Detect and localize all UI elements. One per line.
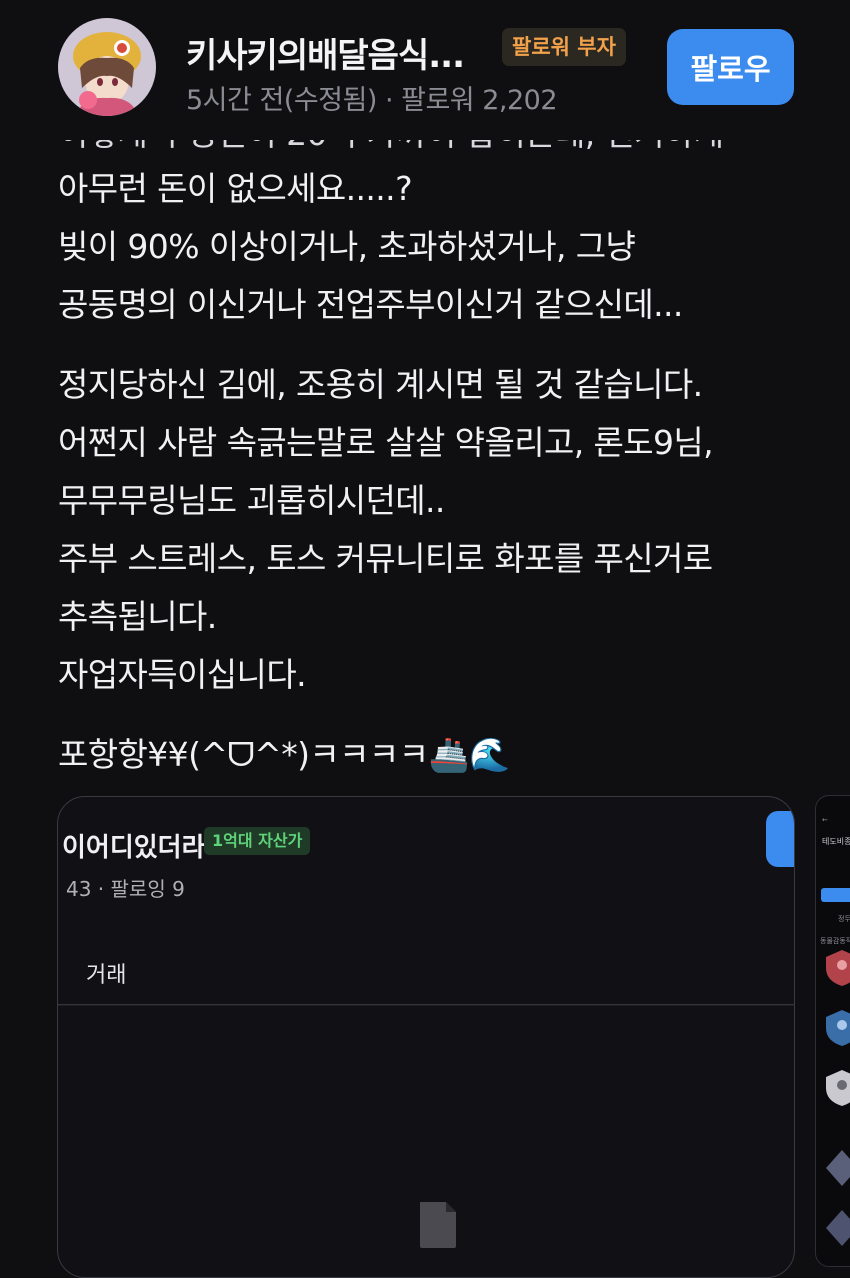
card-asset-badge: 1억대 자산가 bbox=[204, 827, 311, 855]
post-line: 포항항¥¥(^ᗜ^*)ㅋㅋㅋㅋ🚢🌊 bbox=[58, 735, 510, 774]
attached-image[interactable]: 이어디있더라 1억대 자산가 43 · 팔로잉 9 거래 bbox=[57, 796, 795, 1278]
shield-icon bbox=[826, 1010, 850, 1046]
post-line: 주부 스트레스, 토스 커뮤니티로 화포를 푸신거로 bbox=[58, 539, 713, 578]
avatar-image bbox=[58, 18, 156, 116]
shield-icon bbox=[826, 1070, 850, 1106]
shield-icon bbox=[826, 950, 850, 986]
document-icon bbox=[420, 1202, 456, 1248]
card-divider bbox=[58, 1005, 794, 1006]
post-line: 자업자득이십니다. bbox=[58, 655, 307, 694]
card-tab-trade: 거래 bbox=[86, 963, 127, 988]
post-line: 공동명의 이신거나 전업주부이신거 같으신데... bbox=[58, 285, 683, 324]
card-profile-name: 이어디있더라 bbox=[62, 833, 206, 863]
rank-badge: 팔로워 부자 bbox=[502, 28, 626, 66]
card-follow-stats: 43 · 팔로잉 9 bbox=[66, 877, 185, 901]
thumb-label: 동물감동작원 bbox=[820, 937, 850, 945]
post-line: 무무무링님도 괴롭히시던데.. bbox=[58, 481, 445, 520]
post-line: 빚이 90% 이상이거나, 초과하셨거나, 그냥 bbox=[58, 227, 636, 266]
back-arrow-icon: ← bbox=[822, 816, 828, 824]
post-line: 어쩐지 사람 속긁는말로 살살 약올리고, 론도9님, bbox=[58, 423, 714, 462]
post-body: 이렇게 수명인이 20억 가까이 잡히는데, 선거하게 아무런 돈이 없으세요.… bbox=[58, 114, 818, 781]
gem-icon bbox=[826, 1150, 850, 1186]
card-follow-button-edge bbox=[766, 811, 794, 867]
post-line: 아무런 돈이 없으세요.....? bbox=[58, 169, 413, 208]
post-header: 키사키의배달음식... 팔로워 부자 5시간 전(수정됨) · 팔로워 2,20… bbox=[0, 0, 850, 140]
thumb-title: 테도비종이 bbox=[822, 837, 850, 846]
follow-button[interactable]: 팔로우 bbox=[667, 29, 794, 105]
thumb-label: 정두 bbox=[838, 915, 850, 923]
author-name[interactable]: 키사키의배달음식... bbox=[186, 28, 465, 77]
thumb-blue-button bbox=[821, 888, 850, 902]
post-line: 추측됩니다. bbox=[58, 597, 217, 636]
next-image-thumbnail[interactable]: ← 테도비종이 정두 동물감동작원 bbox=[815, 795, 850, 1267]
author-avatar[interactable] bbox=[58, 18, 156, 116]
post-meta: 5시간 전(수정됨) · 팔로워 2,202 bbox=[186, 85, 558, 116]
post-line: 정지당하신 김에, 조용히 계시면 될 것 같습니다. bbox=[58, 365, 703, 404]
gem-icon bbox=[826, 1210, 850, 1246]
